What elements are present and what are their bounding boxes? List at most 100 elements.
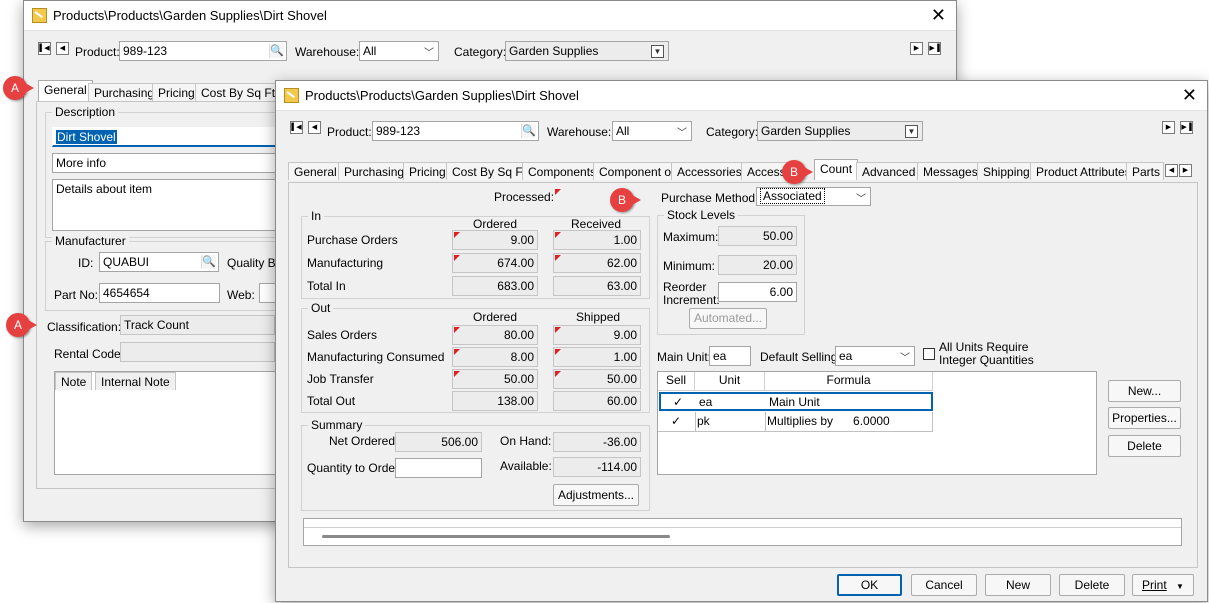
cancel-button[interactable]: Cancel [911, 574, 977, 596]
tab-shipping[interactable]: Shipping [977, 162, 1036, 180]
front-window-title: Products\Products\Garden Supplies\Dirt S… [305, 88, 579, 103]
units-header-unit[interactable]: Unit [695, 372, 765, 391]
all-units-label-1: All Units Require [939, 340, 1029, 354]
category-select[interactable]: Garden Supplies ▼ [505, 41, 669, 61]
processed-checkbox[interactable] [553, 187, 613, 203]
tab-messages[interactable]: Messages [917, 162, 984, 180]
tab-component-of[interactable]: Component of [593, 162, 681, 180]
tab-scroll-right-icon[interactable]: ▶ [1179, 164, 1192, 177]
classification-value: Track Count [124, 318, 189, 332]
in-group-title: In [308, 209, 325, 223]
all-units-checkbox[interactable] [923, 348, 935, 360]
units-header-sell[interactable]: Sell [658, 372, 695, 391]
value: 1.00 [613, 233, 637, 247]
on-hand-value: -36.00 [553, 432, 641, 452]
next-record-icon[interactable]: ▶ [910, 42, 923, 55]
purchase-method-select[interactable]: Associated ﹀ [756, 187, 871, 206]
partno-input[interactable]: 4654654 [99, 283, 220, 303]
sell-check-icon[interactable]: ✓ [670, 393, 686, 411]
tab-cost-by-sq-ft[interactable]: Cost By Sq Ft [195, 83, 282, 101]
ok-button[interactable]: OK [837, 574, 902, 596]
value: 8.00 [510, 350, 534, 364]
tab-note[interactable]: Note [55, 372, 93, 390]
close-icon[interactable]: ✕ [931, 5, 946, 26]
search-icon[interactable]: 🔍 [521, 124, 536, 138]
units-header-formula[interactable]: Formula [765, 372, 933, 391]
next-record-icon[interactable]: ▶ [1162, 121, 1175, 134]
transactions-grid[interactable] [303, 518, 1182, 546]
qty-to-order-label: Quantity to Order: [307, 461, 403, 475]
reorder-increment-input[interactable]: 6.00 [718, 282, 797, 302]
tab-pricing[interactable]: Pricing [403, 162, 452, 180]
flag-icon [454, 232, 460, 238]
tab-parts[interactable]: Parts C [1126, 162, 1164, 180]
tab-components[interactable]: Components [522, 162, 603, 180]
tab-pricing[interactable]: Pricing [152, 83, 201, 101]
new-button[interactable]: New [985, 574, 1051, 596]
automated-button[interactable]: Automated... [689, 308, 767, 329]
value: 674.00 [497, 256, 534, 270]
category-select[interactable]: Garden Supplies ▼ [757, 121, 923, 141]
app-icon [284, 88, 299, 103]
print-button[interactable]: Print ▼ [1132, 574, 1194, 596]
tab-general[interactable]: General [38, 80, 93, 101]
callout-badge-a-classification: A [6, 313, 37, 337]
tab-scroll-left-icon[interactable]: ◀ [1165, 164, 1178, 177]
horizontal-scrollbar[interactable] [322, 535, 670, 538]
product-input[interactable]: 989-123 🔍 [119, 41, 287, 61]
reorder-label-2: Increment: [663, 293, 720, 307]
adjustments-button[interactable]: Adjustments... [553, 484, 639, 506]
unit-delete-button[interactable]: Delete [1108, 435, 1181, 457]
first-record-icon[interactable]: ▌◀ [38, 42, 51, 55]
out-row-label: Manufacturing Consumed [307, 350, 445, 364]
warehouse-select[interactable]: All ﹀ [359, 41, 439, 61]
search-icon[interactable]: 🔍 [269, 44, 284, 58]
unit-new-button[interactable]: New... [1108, 380, 1181, 402]
classification-input[interactable]: Track Count [120, 315, 275, 335]
in-col-ordered: Ordered [473, 217, 518, 231]
first-record-icon[interactable]: ▌◀ [290, 121, 303, 134]
in-row-label: Manufacturing [307, 256, 384, 270]
tab-product-attributes[interactable]: Product Attributes [1030, 162, 1137, 180]
unit-properties-button[interactable]: Properties... [1108, 407, 1181, 429]
details-textarea[interactable]: Details about item [52, 179, 292, 231]
print-label: Print [1142, 578, 1167, 592]
maximum-value: 50.00 [718, 226, 797, 246]
flag-icon [555, 255, 561, 261]
qty-to-order-input[interactable] [395, 458, 482, 478]
prev-record-icon[interactable]: ◀ [56, 42, 69, 55]
search-icon[interactable]: 🔍 [201, 255, 216, 269]
tab-cost-by-sq-ft[interactable]: Cost By Sq Ft [446, 162, 533, 180]
more-info-input[interactable]: More info [52, 153, 292, 173]
front-titlebar: Products\Products\Garden Supplies\Dirt S… [276, 81, 1207, 111]
table-row[interactable]: ✓ ea Main Unit [659, 392, 933, 411]
tab-accessories[interactable]: Accessories [671, 162, 748, 180]
tab-purchasing[interactable]: Purchasing [338, 162, 411, 180]
tab-purchasing[interactable]: Purchasing [88, 83, 161, 101]
tab-general[interactable]: General [288, 162, 343, 180]
manufacturer-id-input[interactable]: QUABUI 🔍 [99, 252, 219, 272]
sell-check-icon[interactable]: ✓ [668, 412, 684, 430]
description-input[interactable]: Dirt Shovel [52, 127, 292, 147]
prev-record-icon[interactable]: ◀ [308, 121, 321, 134]
table-row[interactable]: ✓ pk Multiplies by 6.0000 [658, 412, 933, 432]
classification-label: Classification: [47, 320, 122, 334]
main-unit-input[interactable]: ea [709, 346, 751, 366]
last-record-icon[interactable]: ▶▐ [1180, 121, 1193, 134]
on-hand-label: On Hand: [500, 434, 552, 448]
minimum-value: 20.00 [718, 255, 797, 275]
warehouse-select[interactable]: All ﹀ [612, 121, 692, 141]
out-row-label: Job Transfer [307, 372, 374, 386]
delete-button[interactable]: Delete [1059, 574, 1125, 596]
product-input[interactable]: 989-123 🔍 [372, 121, 539, 141]
tab-count[interactable]: Count [814, 159, 859, 180]
last-record-icon[interactable]: ▶▐ [928, 42, 941, 55]
tab-internal-note[interactable]: Internal Note [95, 372, 176, 390]
close-icon[interactable]: ✕ [1182, 85, 1197, 106]
default-selling-select[interactable]: ea ﹀ [835, 346, 915, 366]
out-row-label: Total Out [307, 394, 356, 408]
tab-advanced[interactable]: Advanced [856, 162, 922, 180]
rental-input[interactable] [120, 342, 275, 362]
out-ordered-total: 138.00 [452, 391, 538, 411]
purchase-method-value: Associated [760, 188, 825, 204]
